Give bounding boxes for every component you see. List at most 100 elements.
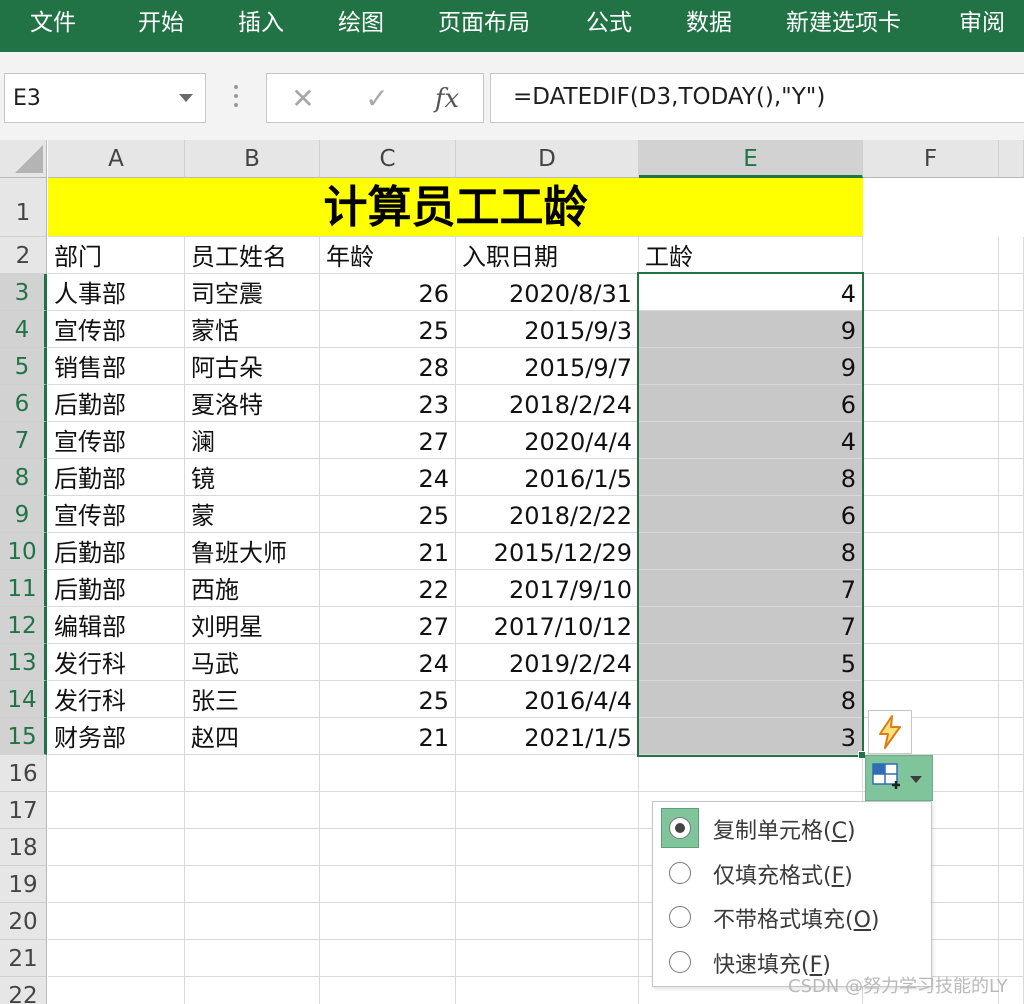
formula-input[interactable]: =DATEDIF(D3,TODAY(),"Y") bbox=[490, 73, 1024, 123]
empty-cell[interactable] bbox=[185, 792, 320, 829]
cell-2-2[interactable]: 年龄 bbox=[320, 237, 456, 274]
cell-3-9[interactable]: 2018/2/22 bbox=[456, 496, 639, 533]
empty-cell[interactable] bbox=[185, 940, 320, 977]
empty-cell[interactable] bbox=[48, 940, 185, 977]
empty-cell[interactable] bbox=[999, 681, 1024, 718]
row-header-15[interactable]: 15 bbox=[0, 718, 47, 755]
tab-file[interactable]: 文件 bbox=[30, 0, 76, 46]
row-header-5[interactable]: 5 bbox=[0, 348, 47, 385]
flash-fill-button[interactable] bbox=[868, 710, 912, 754]
cell-3-5[interactable]: 2015/9/7 bbox=[456, 348, 639, 385]
cell-4-13[interactable]: 5 bbox=[639, 644, 863, 681]
empty-cell[interactable] bbox=[999, 533, 1024, 570]
row-header-20[interactable]: 20 bbox=[0, 903, 47, 940]
cell-2-14[interactable]: 25 bbox=[320, 681, 456, 718]
radio-checked-icon[interactable] bbox=[669, 817, 691, 839]
cell-0-11[interactable]: 后勤部 bbox=[48, 570, 185, 607]
cell-1-6[interactable]: 夏洛特 bbox=[185, 385, 320, 422]
empty-cell[interactable] bbox=[48, 792, 185, 829]
cell-2-15[interactable]: 21 bbox=[320, 718, 456, 755]
empty-cell[interactable] bbox=[48, 977, 185, 1004]
cell-3-13[interactable]: 2019/2/24 bbox=[456, 644, 639, 681]
empty-cell[interactable] bbox=[999, 274, 1024, 311]
column-header-f[interactable]: F bbox=[863, 140, 999, 178]
empty-cell[interactable] bbox=[639, 755, 863, 792]
row-header-1[interactable]: 1 bbox=[0, 178, 47, 237]
row-header-6[interactable]: 6 bbox=[0, 385, 47, 422]
empty-cell[interactable] bbox=[863, 311, 999, 348]
empty-cell[interactable] bbox=[863, 348, 999, 385]
cell-0-14[interactable]: 发行科 bbox=[48, 681, 185, 718]
empty-cell[interactable] bbox=[320, 755, 456, 792]
row-header-7[interactable]: 7 bbox=[0, 422, 47, 459]
empty-cell[interactable] bbox=[999, 385, 1024, 422]
cell-3-10[interactable]: 2015/12/29 bbox=[456, 533, 639, 570]
empty-cell[interactable] bbox=[48, 903, 185, 940]
column-header-c[interactable]: C bbox=[320, 140, 456, 178]
empty-cell[interactable] bbox=[320, 940, 456, 977]
empty-cell[interactable] bbox=[999, 607, 1024, 644]
empty-cell[interactable] bbox=[863, 570, 999, 607]
cell-0-10[interactable]: 后勤部 bbox=[48, 533, 185, 570]
radio-icon[interactable] bbox=[669, 951, 691, 973]
cell-1-8[interactable]: 镜 bbox=[185, 459, 320, 496]
empty-cell[interactable] bbox=[999, 866, 1024, 903]
empty-cell[interactable] bbox=[456, 866, 639, 903]
column-header-b[interactable]: B bbox=[185, 140, 320, 178]
row-header-17[interactable]: 17 bbox=[0, 792, 47, 829]
empty-cell[interactable] bbox=[456, 755, 639, 792]
cell-1-14[interactable]: 张三 bbox=[185, 681, 320, 718]
empty-cell[interactable] bbox=[320, 829, 456, 866]
column-header-a[interactable]: A bbox=[48, 140, 185, 178]
cell-3-15[interactable]: 2021/1/5 bbox=[456, 718, 639, 755]
cell-2-9[interactable]: 25 bbox=[320, 496, 456, 533]
cell-1-2[interactable]: 员工姓名 bbox=[185, 237, 320, 274]
cell-0-3[interactable]: 人事部 bbox=[48, 274, 185, 311]
empty-cell[interactable] bbox=[999, 792, 1024, 829]
cell-4-6[interactable]: 6 bbox=[639, 385, 863, 422]
menu-item-copy-cells[interactable]: 复制单元格(C) bbox=[653, 806, 931, 850]
cell-3-6[interactable]: 2018/2/24 bbox=[456, 385, 639, 422]
empty-cell[interactable] bbox=[999, 755, 1024, 792]
empty-cell[interactable] bbox=[320, 977, 456, 1004]
enter-icon[interactable]: ✓ bbox=[359, 80, 395, 118]
empty-cell[interactable] bbox=[48, 866, 185, 903]
cell-2-8[interactable]: 24 bbox=[320, 459, 456, 496]
cell-0-2[interactable]: 部门 bbox=[48, 237, 185, 274]
cell-2-3[interactable]: 26 bbox=[320, 274, 456, 311]
cell-1-5[interactable]: 阿古朵 bbox=[185, 348, 320, 385]
cell-4-15[interactable]: 3 bbox=[639, 718, 863, 755]
empty-cell[interactable] bbox=[185, 755, 320, 792]
cell-2-5[interactable]: 28 bbox=[320, 348, 456, 385]
row-header-8[interactable]: 8 bbox=[0, 459, 47, 496]
empty-cell[interactable] bbox=[185, 977, 320, 1004]
cell-0-7[interactable]: 宣传部 bbox=[48, 422, 185, 459]
empty-cell[interactable] bbox=[48, 829, 185, 866]
row-header-2[interactable]: 2 bbox=[0, 237, 47, 274]
empty-cell[interactable] bbox=[185, 829, 320, 866]
cell-2-4[interactable]: 25 bbox=[320, 311, 456, 348]
radio-icon[interactable] bbox=[669, 862, 691, 884]
cell-2-12[interactable]: 27 bbox=[320, 607, 456, 644]
tab-data[interactable]: 数据 bbox=[686, 0, 732, 46]
row-header-3[interactable]: 3 bbox=[0, 274, 47, 311]
cell-0-8[interactable]: 后勤部 bbox=[48, 459, 185, 496]
cell-2-13[interactable]: 24 bbox=[320, 644, 456, 681]
cell-4-10[interactable]: 8 bbox=[639, 533, 863, 570]
tab-draw[interactable]: 绘图 bbox=[338, 0, 384, 46]
cell-3-8[interactable]: 2016/1/5 bbox=[456, 459, 639, 496]
empty-cell[interactable] bbox=[456, 977, 639, 1004]
empty-cell[interactable] bbox=[999, 829, 1024, 866]
empty-cell[interactable] bbox=[999, 422, 1024, 459]
row-header-18[interactable]: 18 bbox=[0, 829, 47, 866]
empty-cell[interactable] bbox=[456, 940, 639, 977]
tab-formulas[interactable]: 公式 bbox=[586, 0, 632, 46]
empty-cell[interactable] bbox=[999, 903, 1024, 940]
cell-0-5[interactable]: 销售部 bbox=[48, 348, 185, 385]
empty-cell[interactable] bbox=[863, 607, 999, 644]
cell-0-13[interactable]: 发行科 bbox=[48, 644, 185, 681]
row-header-21[interactable]: 21 bbox=[0, 940, 47, 977]
column-header-g[interactable] bbox=[999, 140, 1024, 178]
cell-4-5[interactable]: 9 bbox=[639, 348, 863, 385]
empty-cell[interactable] bbox=[863, 459, 999, 496]
